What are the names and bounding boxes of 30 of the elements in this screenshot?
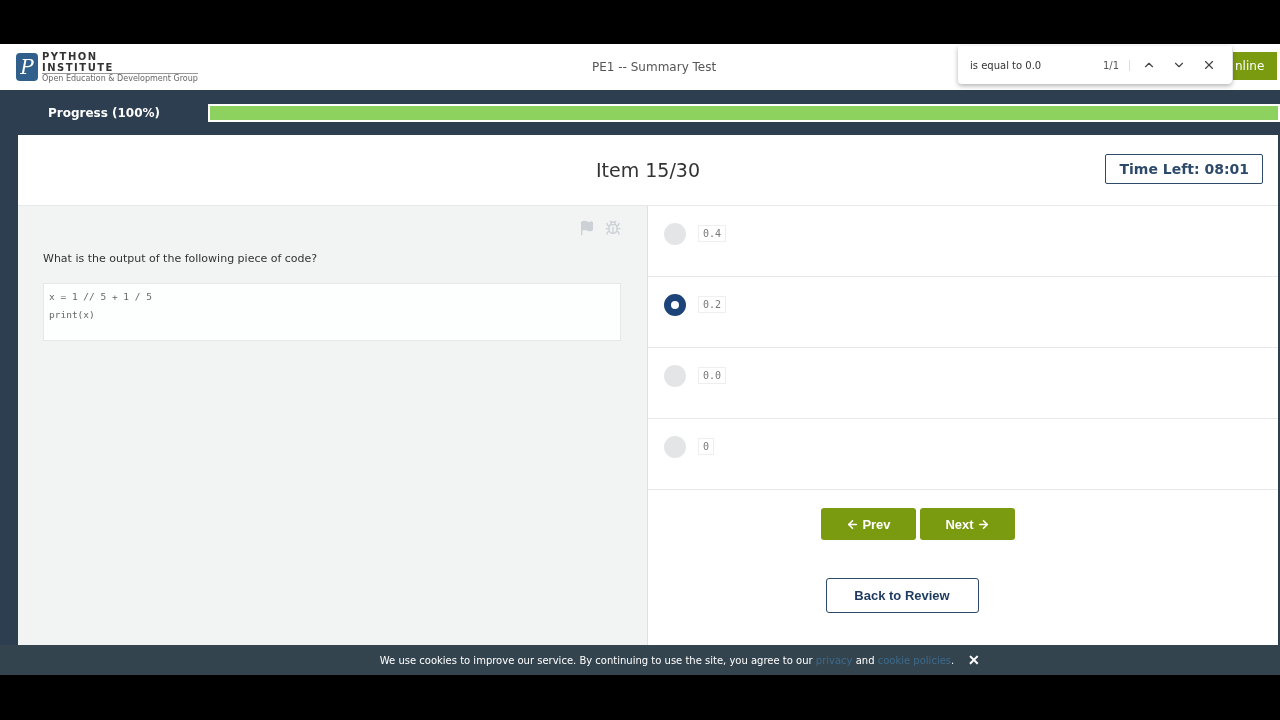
code-line: print(x): [49, 308, 96, 322]
bug-icon[interactable]: [605, 220, 621, 236]
progress-label: Progress (100%): [46, 105, 162, 120]
logo-text: INSTITUTE: [42, 62, 115, 73]
item-title: Item 15/30: [595, 159, 700, 181]
logo-text: PYTHON: [42, 51, 99, 62]
logo-mark: P: [16, 53, 38, 81]
time-left: Time Left: 08:01: [1105, 154, 1263, 184]
prev-button[interactable]: Prev: [821, 508, 916, 540]
match-count: 1/1: [1102, 59, 1130, 71]
logo-tagline: Open Education & Development Group: [42, 73, 198, 83]
close-button[interactable]: ✕: [968, 652, 981, 668]
answer-option[interactable]: 0.4: [698, 225, 727, 242]
arrow-left-icon: [846, 517, 860, 531]
radio-button[interactable]: [664, 223, 686, 245]
flag-icon[interactable]: [579, 220, 595, 236]
radio-button[interactable]: [664, 294, 686, 316]
code-line: x = 1 // 5 + 1 / 5: [49, 290, 153, 304]
radio-button[interactable]: [664, 436, 686, 458]
back-to-review-button[interactable]: Back to Review: [825, 578, 979, 613]
answer-option[interactable]: 0: [698, 438, 715, 455]
answer-option[interactable]: 0.2: [698, 296, 727, 313]
next-button[interactable]: Next: [920, 508, 1015, 540]
radio-button[interactable]: [664, 365, 686, 387]
header-button[interactable]: nline: [1233, 52, 1277, 80]
arrow-right-icon: [976, 517, 990, 531]
test-title: PE1 -- Summary Test: [592, 60, 717, 74]
answer-option[interactable]: 0.0: [698, 367, 727, 384]
question-text: What is the output of the following piece of code?: [43, 252, 319, 265]
find-query[interactable]: is equal to 0.0: [970, 59, 1095, 71]
